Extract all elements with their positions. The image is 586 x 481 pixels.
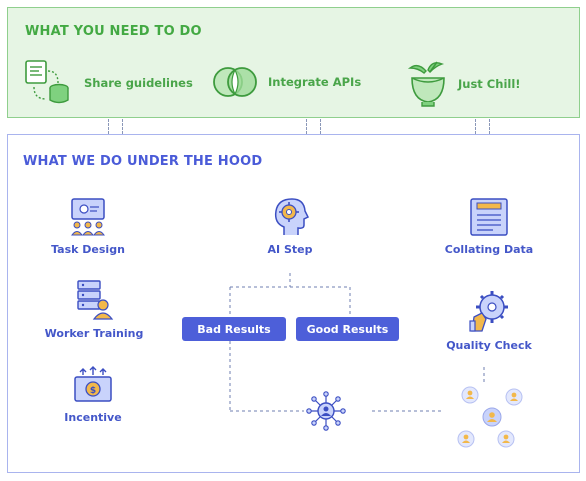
- svg-text:$: $: [90, 386, 96, 396]
- incentive-node: $ Incentive: [57, 366, 129, 424]
- client-steps-title: WHAT YOU NEED TO DO: [25, 24, 202, 39]
- collating-data-icon: [469, 197, 509, 237]
- bad-results-button[interactable]: Bad Results: [182, 317, 286, 341]
- network-hub-icon: [306, 391, 346, 431]
- task-design-node: Task Design: [51, 197, 125, 256]
- worker-avatar-icon: [497, 430, 515, 448]
- panel-connector: [320, 119, 321, 134]
- quality-check-gear-icon: [468, 289, 510, 333]
- client-steps-panel: WHAT YOU NEED TO DO Share guidelines Int…: [7, 7, 580, 118]
- worker-avatar-icon: [505, 388, 523, 406]
- panel-connector: [306, 119, 307, 134]
- integrate-apis-step: Integrate APIs: [212, 64, 361, 100]
- share-guidelines-step: Share guidelines: [22, 59, 193, 107]
- incentive-money-icon: $: [73, 366, 113, 405]
- panel-connector: [108, 119, 109, 134]
- panel-connector: [475, 119, 476, 134]
- quality-check-label: Quality Check: [446, 339, 532, 352]
- share-guidelines-label: Share guidelines: [84, 76, 193, 90]
- crowd-network-node: [306, 391, 346, 431]
- task-design-icon: [68, 197, 108, 237]
- coconut-drink-icon: [407, 60, 448, 108]
- ai-step-node: AI Step: [254, 195, 326, 256]
- panel-connector: [122, 119, 123, 134]
- ai-brain-gear-icon: [270, 195, 310, 237]
- worker-avatar-icon: [457, 430, 475, 448]
- task-design-label: Task Design: [51, 243, 125, 256]
- good-results-button[interactable]: Good Results: [296, 317, 399, 341]
- guidelines-icon: [22, 59, 74, 107]
- panel-connector: [489, 119, 490, 134]
- crowd-workers-cluster: [444, 385, 524, 455]
- just-chill-step: Just Chill!: [407, 60, 521, 108]
- worker-training-node: Worker Training: [44, 279, 144, 340]
- under-the-hood-panel: WHAT WE DO UNDER THE HOOD Task Design Wo…: [7, 134, 580, 473]
- worker-training-label: Worker Training: [44, 327, 144, 340]
- integrate-apis-label: Integrate APIs: [268, 75, 362, 89]
- integration-icon: [212, 64, 258, 100]
- worker-training-icon: [74, 279, 114, 321]
- collating-data-label: Collating Data: [444, 243, 534, 256]
- worker-avatar-icon: [482, 407, 502, 427]
- ai-step-label: AI Step: [267, 243, 313, 256]
- worker-avatar-icon: [461, 386, 479, 404]
- collating-data-node: Collating Data: [444, 197, 534, 256]
- just-chill-label: Just Chill!: [458, 77, 521, 91]
- incentive-label: Incentive: [64, 411, 122, 424]
- quality-check-node: Quality Check: [444, 289, 534, 352]
